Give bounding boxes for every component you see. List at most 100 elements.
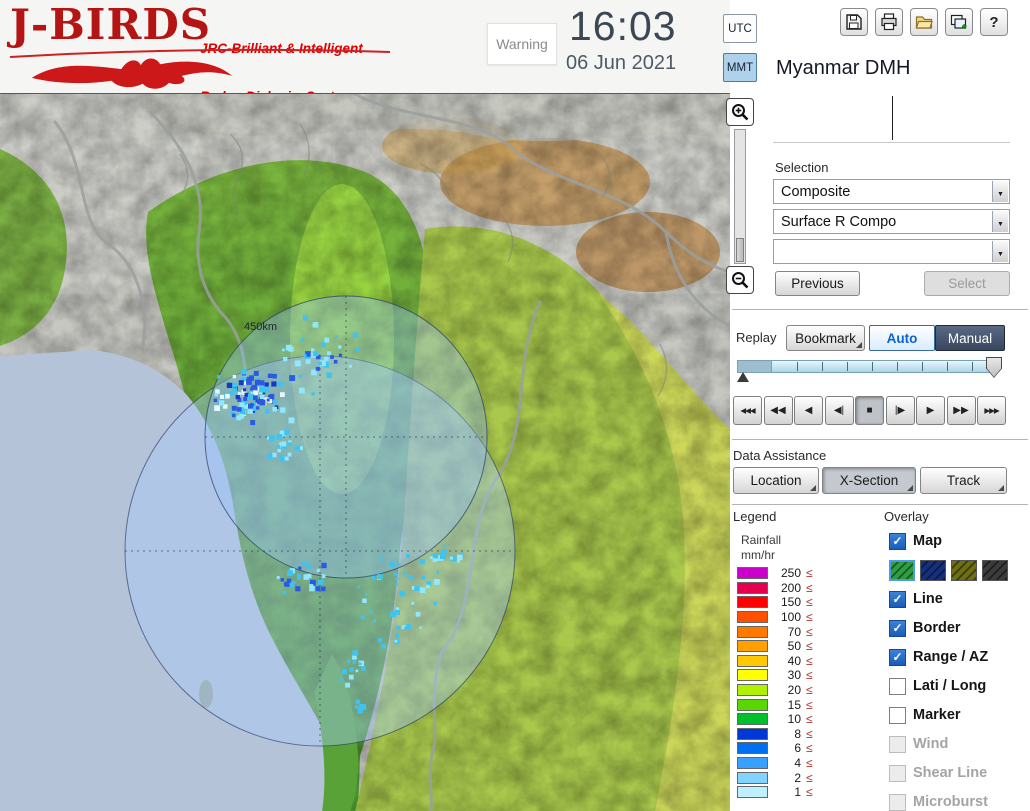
zoom-slider[interactable] [734,129,746,264]
timeline-tick [922,362,923,371]
legend-row-10: 10 ≤ [737,712,847,727]
previous-button[interactable]: Previous [775,271,860,296]
replay-start-marker-icon [737,372,749,382]
playback-step-back-button[interactable]: ◀| [824,396,854,425]
legend-value: 200 [780,580,801,595]
legend-row-20: 20 ≤ [737,683,847,698]
replay-timeline-slider[interactable] [737,357,1005,382]
map-style-swatch-3[interactable] [951,560,977,581]
clock-date: 06 Jun 2021 [566,52,677,74]
legend-suffix: ≤ [806,595,813,610]
open-folder-icon [915,16,933,29]
playback-jump-start-button[interactable]: ◀◀◀ [733,396,762,425]
legend-value: 70 [787,624,801,639]
radar-map-canvas: 450km [0,88,732,811]
legend-suffix: ≤ [806,653,813,668]
playback-fast-forward-button[interactable]: ▶▶ [946,396,976,425]
legend-value: 30 [787,668,801,683]
marker-checkbox[interactable] [889,706,906,724]
manual-mode-button[interactable]: Manual [935,325,1005,351]
replay-slider-thumb[interactable] [986,357,1002,378]
map-checkbox[interactable] [889,532,906,550]
jbirds-app: J-BIRDS JRC-Brilliant & Intelligent Rada… [0,0,1030,811]
playback-play-button[interactable]: ▶ [916,396,945,425]
shear-line-checkbox [889,764,906,782]
map-style-swatch-4[interactable] [982,560,1008,581]
playback-jump-end-button[interactable]: ▶▶▶ [977,396,1006,425]
replay-section-label: Replay [736,330,777,345]
print-button[interactable] [875,8,903,36]
legend-color-swatch [737,771,768,784]
sub-product-dropdown[interactable] [773,239,1010,264]
legend-value: 50 [787,639,801,654]
export-image-button[interactable] [945,8,973,36]
border-checkbox[interactable] [889,619,906,637]
legend-color-swatch [737,757,768,770]
legend-value: 1 [794,785,801,800]
location-button[interactable]: Location [733,467,819,494]
legend-color-swatch [737,727,768,740]
playback-step-forward-button[interactable]: |▶ [885,396,915,425]
legend-row-250: 250 ≤ [737,566,847,581]
playback-stop-button[interactable]: ■ [855,396,884,425]
legend-row-8: 8 ≤ [737,727,847,742]
lati-long-checkbox[interactable] [889,677,906,695]
select-button[interactable]: Select [924,271,1010,296]
chevron-down-icon[interactable] [992,211,1008,232]
clock-time: 16:03 [569,3,677,49]
map-style-swatch-2[interactable] [920,560,946,581]
line-checkbox[interactable] [889,590,906,608]
overlay-item-line[interactable]: Line [889,589,1029,609]
utc-toggle-button[interactable]: UTC [723,14,757,43]
chevron-down-icon[interactable] [992,181,1008,202]
legend-color-swatch [737,669,768,682]
save-icon [846,14,862,30]
radar-map[interactable]: 450km [0,88,732,811]
playback-play-reverse-button[interactable]: ◀ [794,396,823,425]
timeline-tick [972,362,973,371]
legend-suffix: ≤ [806,785,813,800]
legend-row-4: 4 ≤ [737,756,847,771]
legend-suffix: ≤ [806,756,813,771]
zoom-slider-handle[interactable] [736,238,744,262]
help-icon: ? [989,14,998,31]
help-button[interactable]: ? [980,8,1008,36]
overlay-item-label: Map [913,533,942,549]
map-style-swatch-1[interactable] [889,560,915,581]
overlay-item-range-az[interactable]: Range / AZ [889,647,1029,667]
playback-fast-rewind-button[interactable]: ◀◀ [763,396,793,425]
legend-quantity-label: Rainfall [741,533,782,547]
legend-suffix: ≤ [806,566,813,581]
legend-suffix: ≤ [806,624,813,639]
replay-slider-track[interactable] [737,360,991,373]
overlay-item-microburst: Microburst [889,792,1029,811]
overlay-item-border[interactable]: Border [889,618,1029,638]
overlay-item-marker[interactable]: Marker [889,705,1029,725]
composite-dropdown-value: Composite [781,184,851,200]
open-folder-button[interactable] [910,8,938,36]
chevron-down-icon[interactable] [992,241,1008,262]
product-dropdown[interactable]: Surface R Compo [773,209,1010,234]
site-list-box[interactable] [773,94,1010,143]
range-az-checkbox[interactable] [889,648,906,666]
auto-mode-button[interactable]: Auto [869,325,935,351]
bookmark-button[interactable]: Bookmark [786,325,865,351]
legend-suffix: ≤ [806,712,813,727]
mmt-toggle-button[interactable]: MMT [723,53,757,82]
site-list-divider [891,96,893,140]
overlay-list: Map Line Border Range / AZ Lati / Long Marker… [889,531,1029,811]
zoom-out-button[interactable] [726,266,754,294]
save-button[interactable] [840,8,868,36]
overlay-item-lati-long[interactable]: Lati / Long [889,676,1029,696]
track-button[interactable]: Track [920,467,1007,494]
warning-status[interactable]: Warning [487,23,557,65]
overlay-item-map[interactable]: Map [889,531,1029,551]
legend-suffix: ≤ [806,741,813,756]
timeline-tick [822,362,823,371]
zoom-in-button[interactable] [726,98,754,126]
composite-dropdown[interactable]: Composite [773,179,1010,204]
data-assistance-label: Data Assistance [733,448,827,463]
legend-suffix: ≤ [806,697,813,712]
x-section-button[interactable]: X-Section [822,467,916,494]
legend-color-swatch [737,640,768,653]
